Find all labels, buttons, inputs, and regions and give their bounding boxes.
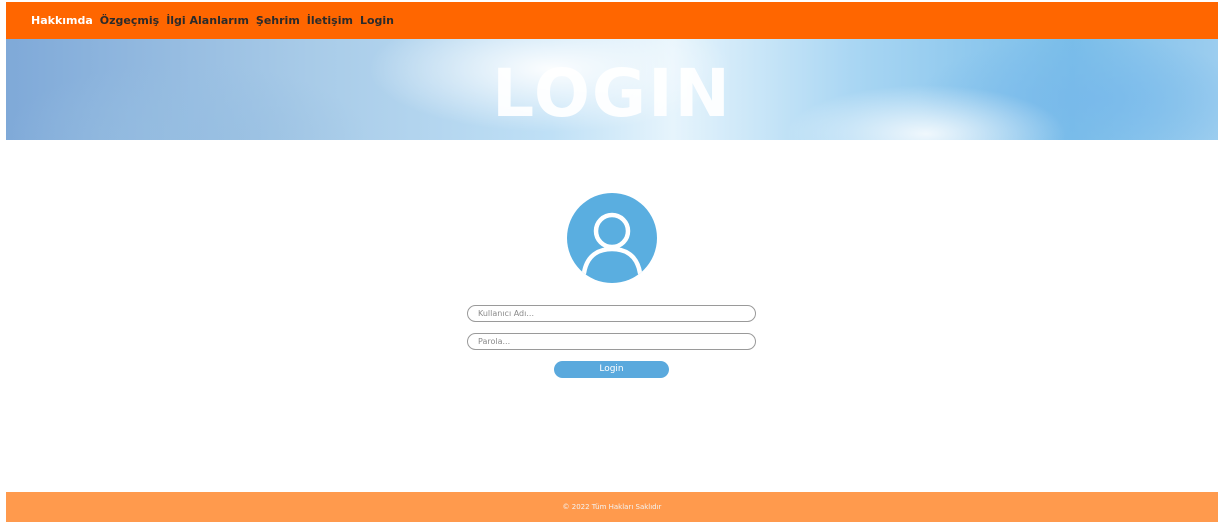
login-button[interactable]: Login — [554, 361, 669, 378]
nav-link-ilgi-alanlarim[interactable]: İlgi Alanlarım — [166, 14, 249, 27]
footer-copyright: © 2022 Tüm Hakları Saklıdır — [562, 503, 662, 511]
nav-link-sehrim[interactable]: Şehrim — [256, 14, 300, 27]
page: Hakkımda Özgeçmiş İlgi Alanlarım Şehrim … — [0, 0, 1221, 525]
avatar — [567, 193, 657, 283]
footer: © 2022 Tüm Hakları Saklıdır — [6, 492, 1218, 522]
login-form: Login — [467, 305, 756, 378]
nav-link-login[interactable]: Login — [360, 14, 394, 27]
nav-link-iletisim[interactable]: İletişim — [307, 14, 353, 27]
nav-link-hakkimda[interactable]: Hakkımda — [31, 14, 93, 27]
top-navbar: Hakkımda Özgeçmiş İlgi Alanlarım Şehrim … — [6, 2, 1218, 39]
hero-banner: LOGIN — [6, 39, 1218, 140]
nav-link-ozgecmis[interactable]: Özgeçmiş — [100, 14, 159, 27]
hero-title: LOGIN — [492, 55, 732, 132]
user-icon — [581, 212, 643, 276]
password-input[interactable] — [467, 333, 756, 350]
username-input[interactable] — [467, 305, 756, 322]
